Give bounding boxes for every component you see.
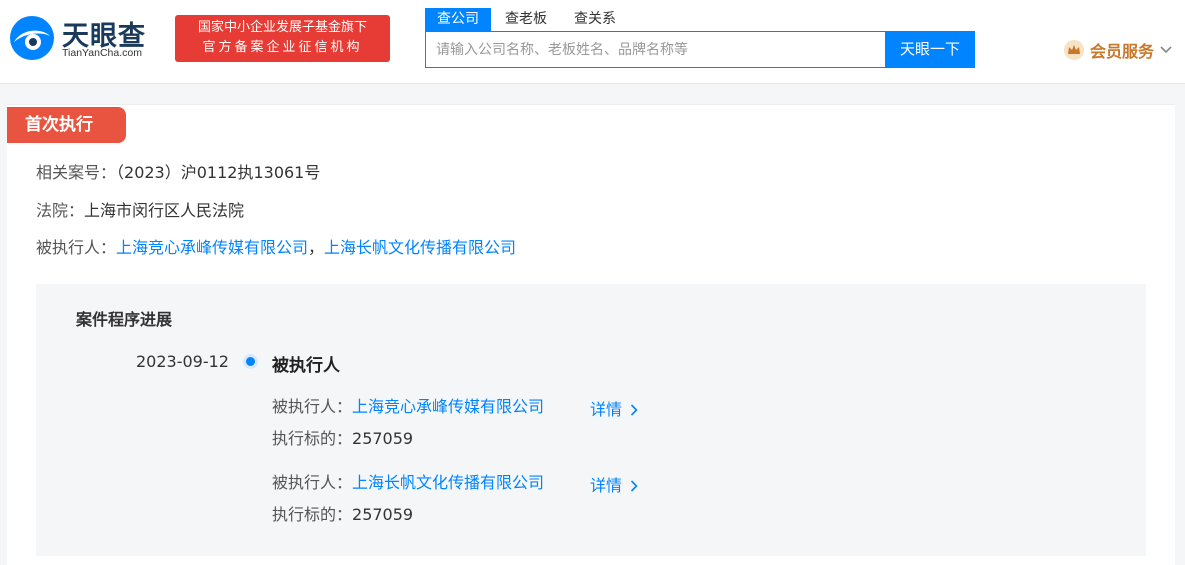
executed-party-row: 被执行人：上海竞心承峰传媒有限公司，上海长帆文化传播有限公司 [36, 237, 516, 259]
case-number-value: （2023）沪0112执13061号 [116, 163, 321, 182]
case-number-label: 相关案号： [36, 163, 117, 182]
executed-party-link-2[interactable]: 上海长帆文化传播有限公司 [324, 238, 516, 257]
case-number-row: 相关案号：（2023）沪0112执13061号 [36, 162, 320, 184]
chevron-right-icon [631, 480, 638, 492]
logo-eye-icon [10, 16, 54, 60]
detail-label: 详情 [590, 400, 623, 419]
amount-value: 257059 [352, 505, 414, 524]
court-label: 法院： [36, 201, 85, 220]
executed-party-separator: ， [308, 238, 325, 257]
section-tag-first-execution: 首次执行 [7, 107, 126, 143]
timeline-event-title: 被执行人 [272, 356, 340, 376]
logo-subtext: TianYanCha.com [62, 47, 142, 59]
court-row: 法院：上海市闵行区人民法院 [36, 200, 244, 222]
detail-label: 详情 [590, 476, 623, 495]
case-progress-title: 案件程序进展 [76, 310, 173, 329]
party-link-2[interactable]: 上海长帆文化传播有限公司 [352, 473, 544, 492]
court-value: 上海市闵行区人民法院 [84, 201, 245, 220]
timeline-party-row-2: 被执行人：上海长帆文化传播有限公司 [272, 472, 544, 494]
search-button[interactable]: 天眼一下 [885, 31, 975, 68]
badge-line-2: 官方备案企业征信机构 [202, 40, 363, 55]
vip-service-label: 会员服务 [1090, 42, 1155, 61]
chevron-right-icon [631, 404, 638, 416]
search-input[interactable] [426, 32, 886, 67]
amount-label: 执行标的： [272, 429, 353, 448]
chevron-down-icon [1160, 43, 1172, 57]
executed-party-link-1[interactable]: 上海竞心承峰传媒有限公司 [116, 238, 308, 257]
tab-boss[interactable]: 查老板 [505, 8, 547, 32]
amount-label: 执行标的： [272, 505, 353, 524]
executed-party-label: 被执行人： [36, 238, 117, 257]
vip-service-menu[interactable]: 会员服务 [1064, 38, 1172, 62]
tab-company[interactable]: 查公司 [425, 8, 491, 32]
party-link-1[interactable]: 上海竞心承峰传媒有限公司 [352, 397, 544, 416]
timeline-amount-row-2: 执行标的：257059 [272, 504, 413, 526]
case-progress-panel: 案件程序进展 2023-09-12 被执行人 被执行人：上海竞心承峰传媒有限公司… [36, 284, 1146, 556]
timeline-party-row-1: 被执行人：上海竞心承峰传媒有限公司 [272, 396, 544, 418]
timeline-dot-icon [246, 357, 255, 366]
timeline-amount-row-1: 执行标的：257059 [272, 428, 413, 450]
crown-icon [1064, 40, 1084, 60]
official-badge: 国家中小企业发展子基金旗下 官方备案企业征信机构 [175, 15, 390, 62]
tianyancha-logo[interactable]: 天眼查 TianYanCha.com [6, 12, 166, 64]
party-label: 被执行人： [272, 473, 353, 492]
party-label: 被执行人： [272, 397, 353, 416]
timeline-date: 2023-09-12 [136, 352, 229, 371]
detail-link-2[interactable]: 详情 [590, 472, 638, 496]
badge-line-1: 国家中小企业发展子基金旗下 [197, 20, 367, 35]
execution-card: 首次执行 相关案号：（2023）沪0112执13061号 法院：上海市闵行区人民… [7, 104, 1175, 565]
top-header: 天眼查 TianYanCha.com 国家中小企业发展子基金旗下 官方备案企业征… [0, 0, 1185, 84]
detail-link-1[interactable]: 详情 [590, 396, 638, 420]
tab-relation[interactable]: 查关系 [574, 8, 616, 32]
amount-value: 257059 [352, 429, 414, 448]
search-bar: 天眼一下 [425, 31, 975, 68]
